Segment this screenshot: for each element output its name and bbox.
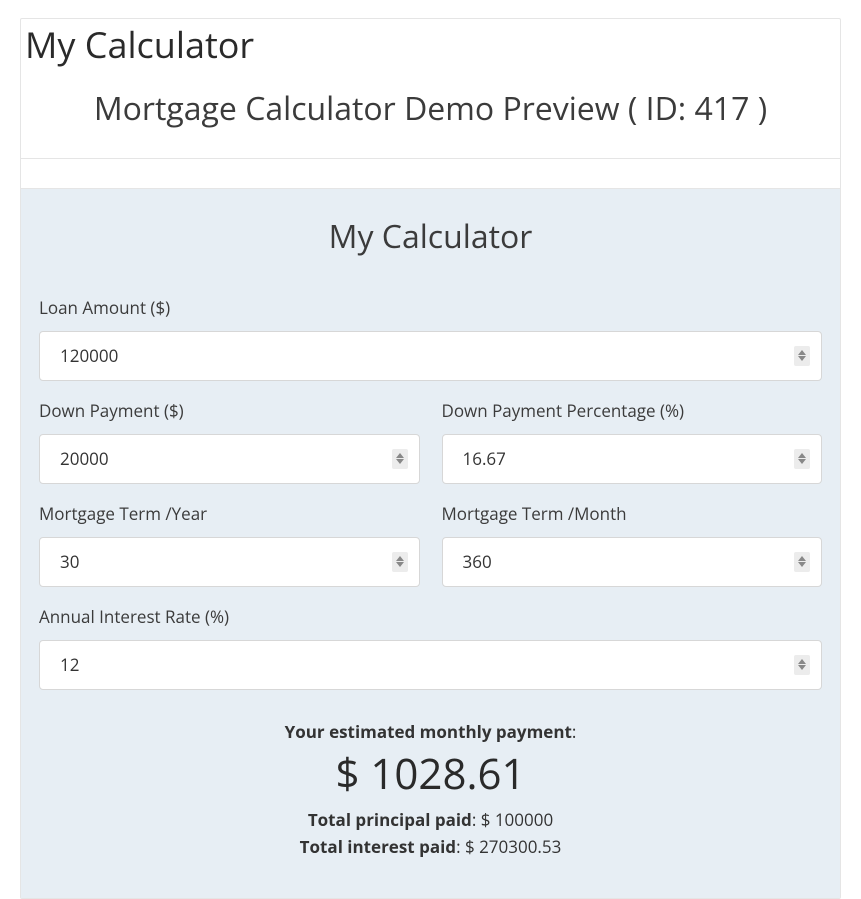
- annual-rate-group: Annual Interest Rate (%): [39, 605, 822, 690]
- number-spinner-icon[interactable]: [794, 346, 810, 366]
- number-spinner-icon[interactable]: [794, 552, 810, 572]
- term-year-input[interactable]: [39, 537, 420, 587]
- header-block: My Calculator Mortgage Calculator Demo P…: [21, 19, 840, 159]
- down-payment-group: Down Payment ($): [39, 399, 420, 484]
- page-subtitle: Mortgage Calculator Demo Preview ( ID: 4…: [21, 87, 840, 130]
- panel-heading: My Calculator: [39, 215, 822, 258]
- loan-amount-label: Loan Amount ($): [39, 296, 822, 319]
- term-month-label: Mortgage Term /Month: [442, 502, 823, 525]
- estimated-monthly-payment: $ 1028.61: [39, 745, 822, 802]
- principal-line: Total principal paid: $ 100000: [39, 808, 822, 831]
- interest-line: Total interest paid: $ 270300.53: [39, 835, 822, 858]
- number-spinner-icon[interactable]: [794, 449, 810, 469]
- number-spinner-icon[interactable]: [392, 552, 408, 572]
- down-payment-pct-input[interactable]: [442, 434, 823, 484]
- annual-rate-label: Annual Interest Rate (%): [39, 605, 822, 628]
- down-payment-label: Down Payment ($): [39, 399, 420, 422]
- page-title: My Calculator: [21, 19, 840, 65]
- number-spinner-icon[interactable]: [392, 449, 408, 469]
- interest-value: $ 270300.53: [465, 835, 561, 858]
- term-month-input[interactable]: [442, 537, 823, 587]
- down-payment-pct-group: Down Payment Percentage (%): [442, 399, 823, 484]
- down-payment-input[interactable]: [39, 434, 420, 484]
- annual-rate-input[interactable]: [39, 640, 822, 690]
- loan-amount-group: Loan Amount ($): [39, 296, 822, 381]
- principal-value: $ 100000: [481, 808, 553, 831]
- subtitle-prefix: Mortgage Calculator Demo Preview ( ID:: [94, 87, 695, 130]
- interest-label: Total interest paid: [300, 835, 456, 858]
- subtitle-suffix: ): [749, 87, 767, 130]
- number-spinner-icon[interactable]: [794, 655, 810, 675]
- calculator-panel: My Calculator Loan Amount ($) Down Payme…: [21, 189, 840, 898]
- calculator-card: My Calculator Mortgage Calculator Demo P…: [20, 18, 841, 899]
- term-year-group: Mortgage Term /Year: [39, 502, 420, 587]
- estimated-label: Your estimated monthly payment:: [39, 720, 822, 743]
- subtitle-id: 417: [695, 87, 750, 130]
- results-block: Your estimated monthly payment: $ 1028.6…: [39, 720, 822, 858]
- spacer-row: [21, 159, 840, 189]
- principal-label: Total principal paid: [308, 808, 472, 831]
- estimated-label-text: Your estimated monthly payment: [285, 720, 572, 743]
- term-month-group: Mortgage Term /Month: [442, 502, 823, 587]
- term-year-label: Mortgage Term /Year: [39, 502, 420, 525]
- loan-amount-input[interactable]: [39, 331, 822, 381]
- down-payment-pct-label: Down Payment Percentage (%): [442, 399, 823, 422]
